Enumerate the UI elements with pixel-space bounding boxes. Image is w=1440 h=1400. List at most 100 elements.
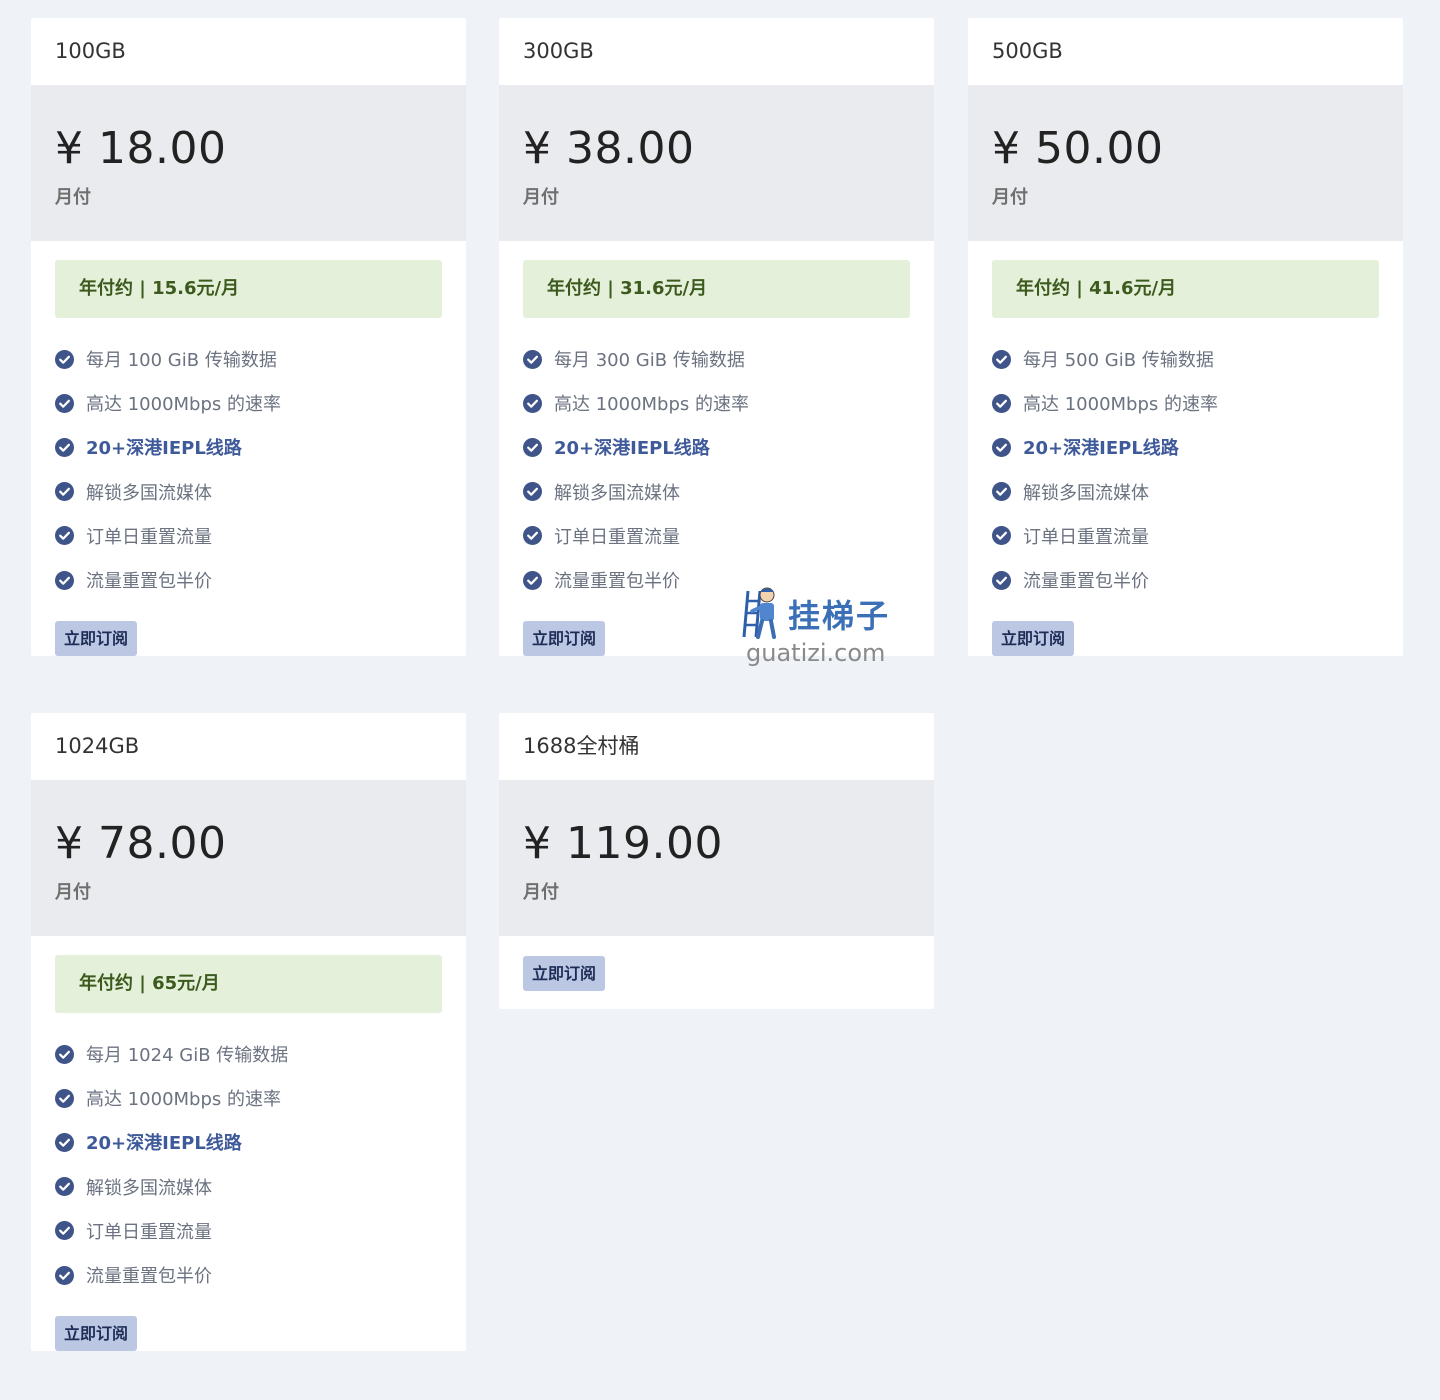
check-circle-icon <box>55 1044 74 1064</box>
price-block: ¥ 50.00 月付 <box>968 85 1403 241</box>
feature-text: 解锁多国流媒体 <box>86 1177 212 1199</box>
check-circle-icon <box>523 482 542 502</box>
plan-price: ¥ 78.00 <box>55 818 227 869</box>
feature-text: 流量重置包半价 <box>86 571 212 593</box>
feature-item: 订单日重置流量 <box>55 514 442 558</box>
feature-item-highlight: 20+深港IEPL线路 <box>523 425 910 469</box>
subscribe-button[interactable]: 立即订阅 <box>55 1316 138 1352</box>
plan-price: ¥ 50.00 <box>992 123 1164 174</box>
check-circle-icon <box>992 437 1011 457</box>
feature-item: 每月 100 GiB 传输数据 <box>55 337 442 381</box>
check-circle-icon <box>55 482 74 502</box>
plan-card: 500GB ¥ 50.00 月付 年付约 | 41.6元/月 每月 500 Gi… <box>968 18 1403 657</box>
feature-item: 解锁多国流媒体 <box>523 470 910 514</box>
feature-text: 每月 500 GiB 传输数据 <box>1023 350 1214 372</box>
feature-text: 流量重置包半价 <box>1023 571 1149 593</box>
feature-item: 订单日重置流量 <box>992 514 1379 558</box>
check-circle-icon <box>992 393 1011 413</box>
subscribe-button[interactable]: 立即订阅 <box>523 621 606 657</box>
feature-list: 每月 500 GiB 传输数据 高达 1000Mbps 的速率 20+深港IEP… <box>992 337 1379 602</box>
check-circle-icon <box>55 1132 74 1152</box>
feature-text: 订单日重置流量 <box>1023 526 1149 548</box>
plan-price: ¥ 119.00 <box>523 818 723 869</box>
plan-name: 300GB <box>523 39 594 63</box>
check-circle-icon <box>523 437 542 457</box>
plan-card: 300GB ¥ 38.00 月付 年付约 | 31.6元/月 每月 300 Gi… <box>499 18 934 657</box>
ladder-person-icon <box>742 587 776 639</box>
feature-text: 20+深港IEPL线路 <box>554 438 710 460</box>
plan-body: 年付约 | 15.6元/月 每月 100 GiB 传输数据 高达 1000Mbp… <box>31 241 466 657</box>
feature-text: 20+深港IEPL线路 <box>86 438 242 460</box>
plan-price: ¥ 18.00 <box>55 123 227 174</box>
check-circle-icon <box>55 393 74 413</box>
check-circle-icon <box>55 1221 74 1241</box>
feature-text: 高达 1000Mbps 的速率 <box>554 394 750 416</box>
feature-item: 流量重置包半价 <box>55 1253 442 1297</box>
feature-item: 解锁多国流媒体 <box>55 1165 442 1209</box>
price-block: ¥ 18.00 月付 <box>31 85 466 241</box>
feature-item: 解锁多国流媒体 <box>992 470 1379 514</box>
subscribe-button[interactable]: 立即订阅 <box>55 621 138 657</box>
feature-list: 每月 100 GiB 传输数据 高达 1000Mbps 的速率 20+深港IEP… <box>55 337 442 602</box>
plan-name: 1024GB <box>55 734 140 758</box>
feature-text: 解锁多国流媒体 <box>554 482 680 504</box>
plan-name: 1688全村桶 <box>523 734 640 758</box>
price-block: ¥ 78.00 月付 <box>31 780 466 936</box>
feature-item-highlight: 20+深港IEPL线路 <box>55 1120 442 1164</box>
feature-text: 每月 300 GiB 传输数据 <box>554 350 745 372</box>
feature-text: 高达 1000Mbps 的速率 <box>86 394 282 416</box>
subscribe-button[interactable]: 立即订阅 <box>992 621 1075 657</box>
feature-text: 高达 1000Mbps 的速率 <box>86 1089 282 1111</box>
watermark-logo: 挂梯子 guatizi.com <box>738 583 898 675</box>
feature-text: 订单日重置流量 <box>86 1221 212 1243</box>
check-circle-icon <box>55 1177 74 1197</box>
plan-body: 立即订阅 <box>499 936 934 991</box>
billing-period: 月付 <box>523 882 559 903</box>
billing-period: 月付 <box>55 187 91 208</box>
feature-text: 每月 100 GiB 传输数据 <box>86 350 277 372</box>
feature-text: 解锁多国流媒体 <box>1023 482 1149 504</box>
annual-price-banner: 年付约 | 31.6元/月 <box>523 260 910 318</box>
plan-body: 年付约 | 65元/月 每月 1024 GiB 传输数据 高达 1000Mbps… <box>31 936 466 1352</box>
check-circle-icon <box>992 526 1011 546</box>
feature-text: 20+深港IEPL线路 <box>1023 438 1179 460</box>
feature-text: 流量重置包半价 <box>86 1266 212 1288</box>
price-block: ¥ 38.00 月付 <box>499 85 934 241</box>
check-circle-icon <box>523 570 542 590</box>
check-circle-icon <box>523 526 542 546</box>
price-block: ¥ 119.00 月付 <box>499 780 934 936</box>
check-circle-icon <box>55 437 74 457</box>
plan-card: 100GB ¥ 18.00 月付 年付约 | 15.6元/月 每月 100 Gi… <box>31 18 466 657</box>
check-circle-icon <box>55 526 74 546</box>
feature-text: 订单日重置流量 <box>86 526 212 548</box>
plan-card: 1024GB ¥ 78.00 月付 年付约 | 65元/月 每月 1024 Gi… <box>31 713 466 1352</box>
check-circle-icon <box>55 1265 74 1285</box>
check-circle-icon <box>523 349 542 369</box>
plan-price: ¥ 38.00 <box>523 123 695 174</box>
feature-item-highlight: 20+深港IEPL线路 <box>55 425 442 469</box>
watermark-domain: guatizi.com <box>746 639 886 667</box>
feature-text: 每月 1024 GiB 传输数据 <box>86 1045 289 1067</box>
check-circle-icon <box>55 349 74 369</box>
check-circle-icon <box>55 570 74 590</box>
check-circle-icon <box>992 349 1011 369</box>
feature-text: 20+深港IEPL线路 <box>86 1133 242 1155</box>
feature-item: 流量重置包半价 <box>55 558 442 602</box>
plan-name: 100GB <box>55 39 126 63</box>
feature-text: 流量重置包半价 <box>554 571 680 593</box>
annual-price-banner: 年付约 | 65元/月 <box>55 955 442 1013</box>
feature-item: 高达 1000Mbps 的速率 <box>55 381 442 425</box>
subscribe-button[interactable]: 立即订阅 <box>523 956 606 991</box>
feature-item: 订单日重置流量 <box>523 514 910 558</box>
feature-item: 高达 1000Mbps 的速率 <box>523 381 910 425</box>
feature-item: 高达 1000Mbps 的速率 <box>992 381 1379 425</box>
plan-card: 1688全村桶 ¥ 119.00 月付 立即订阅 <box>499 713 934 1009</box>
feature-text: 高达 1000Mbps 的速率 <box>1023 394 1219 416</box>
feature-text: 订单日重置流量 <box>554 526 680 548</box>
feature-item: 订单日重置流量 <box>55 1209 442 1253</box>
plan-name: 500GB <box>992 39 1063 63</box>
billing-period: 月付 <box>523 187 559 208</box>
billing-period: 月付 <box>55 882 91 903</box>
feature-item: 每月 500 GiB 传输数据 <box>992 337 1379 381</box>
feature-item: 解锁多国流媒体 <box>55 470 442 514</box>
